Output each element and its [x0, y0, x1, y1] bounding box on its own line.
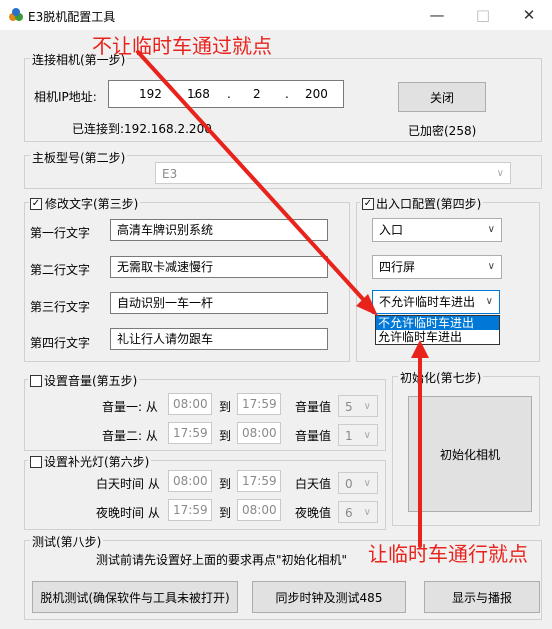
night-to-input[interactable]: 08:00 — [237, 499, 281, 521]
annotation-allow-note: 让临时车通行就点 — [368, 542, 528, 566]
offline-test-button[interactable]: 脱机测试(确保软件与工具未被打开) — [32, 581, 238, 613]
chevron-down-icon: ∨ — [487, 261, 495, 272]
row3-text-input[interactable]: 自动识别一车一杆 — [110, 292, 328, 314]
row1-text-input[interactable]: 高清车牌识别系统 — [110, 219, 328, 241]
close-connection-button[interactable]: 关闭 — [398, 82, 486, 112]
chevron-down-icon: ∨ — [487, 224, 495, 235]
step4-label: 出入口配置(第四步) — [360, 195, 484, 212]
row2-label: 第二行文字 — [30, 263, 91, 277]
ip-dot: . — [227, 87, 231, 101]
ip-dot: . — [285, 87, 289, 101]
chevron-down-icon: ∨ — [363, 430, 371, 441]
display-broadcast-button[interactable]: 显示与播报 — [424, 581, 540, 613]
volume1-select[interactable]: 5 ∨ — [338, 395, 378, 417]
screen-type-value: 四行屏 — [379, 260, 416, 274]
init-camera-button[interactable]: 初始化相机 — [408, 396, 532, 512]
temp-car-value: 不允许临时车进出 — [379, 295, 476, 309]
temp-car-option-allow[interactable]: 允许临时车进出 — [376, 330, 499, 344]
test-hint: 测试前请先设置好上面的要求再点"初始化相机" — [96, 553, 348, 567]
step5-checkbox[interactable] — [30, 375, 42, 387]
step7-label: 初始化(第七步) — [398, 369, 484, 386]
close-window-button[interactable]: ✕ — [506, 0, 552, 30]
night-value: 6 — [345, 506, 353, 520]
volume1-to-label: 到 — [219, 400, 232, 414]
volume1-from-input[interactable]: 08:00 — [168, 393, 212, 415]
direction-select[interactable]: 入口 ∨ — [372, 218, 502, 242]
night-from-input[interactable]: 17:59 — [168, 499, 212, 521]
screen-type-select[interactable]: 四行屏 ∨ — [372, 255, 502, 279]
minimize-button[interactable]: — — [414, 0, 460, 30]
volume1-to-input[interactable]: 17:59 — [237, 393, 281, 415]
volume2-to-input[interactable]: 08:00 — [237, 422, 281, 444]
temp-car-dropdown-list: 不允许临时车进出 允许临时车进出 — [375, 315, 500, 345]
volume2-select[interactable]: 1 ∨ — [338, 424, 378, 446]
day-from-input[interactable]: 08:00 — [168, 470, 212, 492]
day-value-label: 白天值 — [295, 477, 332, 491]
chevron-down-icon: ∨ — [496, 168, 504, 179]
volume2-label: 音量二: 从 — [102, 429, 158, 443]
maximize-button[interactable]: □ — [460, 0, 506, 30]
board-model-select[interactable]: E3 ∨ — [155, 162, 511, 184]
step4-checkbox[interactable]: ✓ — [362, 198, 374, 210]
row3-label: 第三行文字 — [30, 300, 91, 314]
step6-checkbox[interactable] — [30, 456, 42, 468]
step6-label: 设置补光灯(第六步) — [28, 453, 152, 470]
volume2-to-label: 到 — [219, 429, 232, 443]
window-title: E3脱机配置工具 — [28, 10, 116, 24]
row1-label: 第一行文字 — [30, 226, 91, 240]
night-to-label: 到 — [219, 506, 232, 520]
sync-clock-button[interactable]: 同步时钟及测试485 — [252, 581, 406, 613]
chevron-down-icon: ∨ — [363, 507, 371, 518]
day-to-input[interactable]: 17:59 — [237, 470, 281, 492]
direction-value: 入口 — [379, 223, 404, 237]
chevron-down-icon: ∨ — [485, 296, 493, 307]
chevron-down-icon: ∨ — [363, 401, 371, 412]
volume1-value: 5 — [345, 400, 353, 414]
encrypted-status: 已加密(258) — [408, 124, 477, 138]
connected-status: 已连接到:192.168.2.200 — [72, 122, 212, 136]
step8-label: 测试(第八步) — [30, 533, 104, 550]
day-value-select[interactable]: 0 ∨ — [338, 472, 378, 494]
row4-label: 第四行文字 — [30, 336, 91, 350]
ip-octet-4: 200 — [305, 87, 328, 101]
night-value-label: 夜晚值 — [295, 506, 332, 520]
day-to-label: 到 — [219, 477, 232, 491]
volume2-value-label: 音量值 — [295, 429, 332, 443]
step5-label: 设置音量(第五步) — [28, 372, 140, 389]
temp-car-select[interactable]: 不允许临时车进出 ∨ — [372, 290, 500, 314]
row2-text-input[interactable]: 无需取卡减速慢行 — [110, 256, 328, 278]
day-time-label: 白天时间 从 — [96, 477, 160, 491]
step2-label: 主板型号(第二步) — [30, 149, 128, 166]
volume1-label: 音量一: 从 — [102, 400, 158, 414]
volume2-from-input[interactable]: 17:59 — [168, 422, 212, 444]
board-model-value: E3 — [162, 167, 178, 181]
temp-car-option-deny[interactable]: 不允许临时车进出 — [376, 316, 499, 330]
day-value: 0 — [345, 477, 353, 491]
ip-label: 相机IP地址: — [34, 90, 97, 104]
step3-checkbox[interactable]: ✓ — [30, 198, 42, 210]
ip-octet-1: 192 — [139, 87, 162, 101]
step3-label: 修改文字(第三步) — [29, 195, 141, 212]
volume2-value: 1 — [345, 429, 353, 443]
volume1-value-label: 音量值 — [295, 400, 332, 414]
app-icon — [9, 8, 23, 21]
ip-octet-2: 168 — [187, 87, 210, 101]
annotation-deny-note: 不让临时车通过就点 — [92, 34, 272, 58]
ip-octet-3: 2 — [253, 87, 261, 101]
ip-address-input[interactable]: 192 . 168 . 2 . 200 — [108, 80, 344, 108]
night-value-select[interactable]: 6 ∨ — [338, 501, 378, 523]
night-time-label: 夜晚时间 从 — [96, 506, 160, 520]
row4-text-input[interactable]: 礼让行人请勿跟车 — [110, 328, 328, 350]
chevron-down-icon: ∨ — [363, 478, 371, 489]
